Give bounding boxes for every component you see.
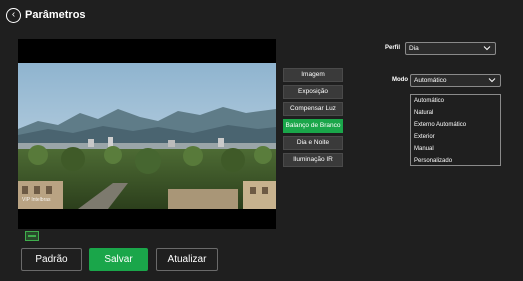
modo-option-personalizado[interactable]: Personalizado bbox=[411, 155, 500, 167]
perfil-value: Dia bbox=[409, 45, 419, 52]
menu-item-imagem[interactable]: Imagem bbox=[283, 68, 343, 82]
back-chevron-left-icon[interactable]: ‹ bbox=[6, 7, 21, 23]
header: ‹ Parâmetros bbox=[6, 4, 86, 26]
modo-value: Automático bbox=[414, 77, 447, 84]
save-button[interactable]: Salvar bbox=[89, 248, 148, 271]
default-button[interactable]: Padrão bbox=[21, 248, 82, 271]
menu-item-balanco-de-branco[interactable]: Balanço de Branco bbox=[283, 119, 343, 133]
chevron-down-icon bbox=[483, 46, 491, 51]
modo-option-externo-automatico[interactable]: Externo Automático bbox=[411, 119, 500, 131]
modo-option-automatico[interactable]: Automático bbox=[411, 95, 500, 107]
video-preview: VIP Intelbras bbox=[18, 39, 276, 229]
chevron-down-icon bbox=[488, 78, 496, 83]
perfil-label: Perfil bbox=[385, 45, 401, 51]
modo-option-manual[interactable]: Manual bbox=[411, 143, 500, 155]
modo-dropdown-list: Automático Natural Externo Automático Ex… bbox=[410, 94, 501, 166]
settings-menu: Imagem Exposição Compensar Luz Balanço d… bbox=[283, 68, 343, 170]
perfil-select[interactable]: Dia bbox=[405, 42, 496, 55]
page-title: Parâmetros bbox=[25, 9, 86, 21]
menu-item-iluminacao-ir[interactable]: Iluminação IR bbox=[283, 153, 343, 167]
modo-option-natural[interactable]: Natural bbox=[411, 107, 500, 119]
video-overlay-icon[interactable] bbox=[25, 231, 39, 241]
modo-select[interactable]: Automático bbox=[410, 74, 501, 87]
camera-image: VIP Intelbras bbox=[18, 63, 276, 209]
menu-item-dia-e-noite[interactable]: Dia e Noite bbox=[283, 136, 343, 150]
menu-item-exposicao[interactable]: Exposição bbox=[283, 85, 343, 99]
camera-watermark: VIP Intelbras bbox=[22, 197, 51, 203]
menu-item-compensar-luz[interactable]: Compensar Luz bbox=[283, 102, 343, 116]
modo-option-exterior[interactable]: Exterior bbox=[411, 131, 500, 143]
camera-scene-illustration bbox=[18, 63, 276, 209]
modo-label: Modo bbox=[392, 77, 408, 83]
update-button[interactable]: Atualizar bbox=[156, 248, 218, 271]
